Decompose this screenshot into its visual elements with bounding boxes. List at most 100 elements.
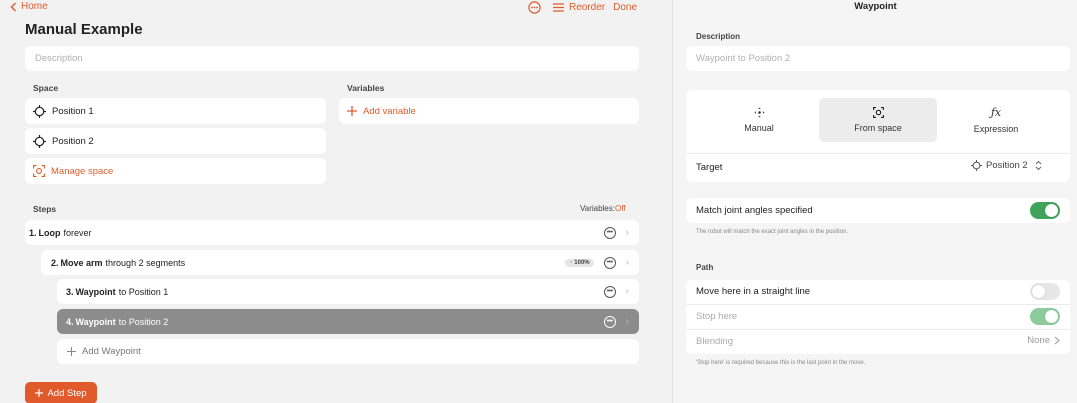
program-editor-pane: Home Reorder Done Manual Example Descrip… bbox=[0, 0, 672, 403]
straight-line-label: Move here in a straight line bbox=[696, 286, 811, 297]
step-number: 3. bbox=[66, 286, 74, 297]
toggle-knob bbox=[1032, 285, 1045, 298]
space-item-label: Position 1 bbox=[52, 105, 94, 117]
stop-here-toggle[interactable] bbox=[1030, 308, 1060, 325]
step-actions: ••• › bbox=[603, 309, 629, 334]
step-row-loop[interactable]: 1. Loop forever ••• › bbox=[25, 220, 639, 245]
speed-badge: ◔ 100% bbox=[565, 258, 594, 267]
path-hint: 'Stop here' is required because this is … bbox=[696, 360, 866, 366]
mode-label: Manual bbox=[744, 123, 774, 133]
reorder-button[interactable]: Reorder bbox=[553, 2, 605, 13]
divider bbox=[686, 153, 1070, 154]
add-variable-label: Add variable bbox=[363, 105, 416, 117]
path-section-label: Path bbox=[696, 263, 714, 272]
target-frame-icon bbox=[33, 165, 45, 177]
chevron-left-icon bbox=[10, 2, 17, 12]
plus-icon bbox=[35, 389, 44, 397]
variables-toggle-value: Off bbox=[614, 204, 626, 213]
mode-from-space-selected[interactable]: From space bbox=[819, 98, 937, 142]
variables-toggle-label: Variables: bbox=[580, 204, 615, 213]
speed-badge-value: 100% bbox=[574, 259, 590, 266]
chevron-right-icon[interactable]: › bbox=[626, 316, 629, 327]
chevron-right-icon[interactable]: › bbox=[626, 257, 629, 268]
chevron-right-icon bbox=[1054, 336, 1060, 345]
mode-expression[interactable]: ƒx Expression bbox=[937, 98, 1055, 142]
step-actions: ◔ 100% ••• › bbox=[565, 250, 629, 275]
move-icon bbox=[754, 107, 765, 118]
path-card: Move here in a straight line Stop here B… bbox=[686, 280, 1070, 354]
step-detail: forever bbox=[63, 227, 92, 238]
home-label: Home bbox=[21, 1, 48, 12]
crosshair-icon bbox=[971, 160, 982, 171]
blending-select[interactable]: None bbox=[1027, 335, 1060, 346]
step-name: Waypoint bbox=[75, 316, 116, 327]
crosshair-icon bbox=[33, 134, 46, 148]
match-joint-row: Match joint angles specified bbox=[686, 198, 1070, 223]
mode-manual[interactable]: Manual bbox=[700, 98, 818, 142]
toggle-knob bbox=[1045, 204, 1058, 217]
more-options-icon[interactable]: ••• bbox=[603, 256, 616, 269]
step-detail: to Position 2 bbox=[118, 316, 169, 327]
manage-space-button[interactable]: Manage space bbox=[25, 158, 326, 184]
divider bbox=[686, 329, 1070, 330]
step-detail: to Position 1 bbox=[118, 286, 169, 297]
step-detail: through 2 segments bbox=[105, 257, 186, 268]
more-options-icon[interactable]: ••• bbox=[603, 315, 616, 328]
plus-icon bbox=[67, 347, 76, 356]
list-icon bbox=[553, 3, 564, 12]
space-item-position-2[interactable]: Position 2 bbox=[25, 128, 326, 154]
chevron-right-icon[interactable]: › bbox=[626, 286, 629, 297]
more-options-icon[interactable]: ••• bbox=[603, 285, 616, 298]
updown-chevron-icon bbox=[1035, 160, 1042, 171]
target-select[interactable]: Position 2 bbox=[971, 160, 1042, 171]
add-waypoint-label: Add Waypoint bbox=[82, 346, 141, 357]
step-row-waypoint-1[interactable]: 3. Waypoint to Position 1 ••• › bbox=[57, 279, 639, 304]
home-back-button[interactable]: Home bbox=[10, 1, 48, 12]
step-row-waypoint-2-selected[interactable]: 4. Waypoint to Position 2 ••• › bbox=[57, 309, 639, 334]
done-button[interactable]: Done bbox=[613, 2, 637, 13]
step-name: Loop bbox=[38, 227, 61, 238]
toggle-knob bbox=[1045, 310, 1058, 323]
stop-here-label: Stop here bbox=[696, 311, 738, 322]
blending-value: None bbox=[1027, 335, 1050, 346]
plus-icon bbox=[347, 106, 357, 116]
variables-toggle[interactable]: Variables: Off bbox=[580, 204, 626, 213]
target-value: Position 2 bbox=[986, 160, 1028, 171]
space-item-position-1[interactable]: Position 1 bbox=[25, 98, 326, 124]
match-joint-hint: The robot will match the exact joint ang… bbox=[696, 229, 849, 235]
step-row-move-arm[interactable]: 2. Move arm through 2 segments ◔ 100% •••… bbox=[41, 250, 639, 275]
straight-line-toggle[interactable] bbox=[1030, 283, 1060, 300]
fx-icon: ƒx bbox=[990, 106, 1002, 119]
step-actions: ••• › bbox=[603, 220, 629, 245]
divider bbox=[686, 304, 1070, 305]
match-joint-toggle[interactable] bbox=[1030, 202, 1060, 219]
blending-label: Blending bbox=[696, 336, 733, 347]
more-options-icon[interactable]: ••• bbox=[603, 226, 616, 239]
description-input[interactable]: Description bbox=[25, 46, 639, 71]
reorder-label: Reorder bbox=[569, 2, 606, 13]
mode-label: Expression bbox=[973, 124, 1019, 134]
more-options-icon[interactable] bbox=[528, 1, 541, 14]
step-name: Waypoint bbox=[75, 286, 116, 297]
waypoint-description-input[interactable]: Waypoint to Position 2 bbox=[686, 46, 1070, 71]
space-item-label: Position 2 bbox=[52, 135, 94, 147]
waypoint-description-label: Description bbox=[696, 32, 741, 41]
add-step-label: Add Step bbox=[47, 387, 87, 399]
match-joint-label: Match joint angles specified bbox=[696, 205, 813, 216]
add-step-button[interactable]: Add Step bbox=[25, 382, 97, 403]
inspector-title: Waypoint bbox=[854, 1, 897, 12]
manage-space-label: Manage space bbox=[51, 165, 114, 177]
add-variable-button[interactable]: Add variable bbox=[339, 98, 639, 124]
program-title: Manual Example bbox=[25, 21, 143, 38]
crosshair-icon bbox=[33, 104, 46, 118]
steps-section-label: Steps bbox=[33, 204, 57, 214]
variables-section-label: Variables bbox=[347, 83, 385, 93]
target-label: Target bbox=[696, 162, 723, 173]
target-icon bbox=[872, 107, 884, 118]
step-actions: ••• › bbox=[603, 279, 629, 304]
space-section-label: Space bbox=[33, 83, 59, 93]
mode-label: From space bbox=[854, 123, 902, 133]
add-waypoint-button[interactable]: Add Waypoint bbox=[57, 339, 639, 364]
waypoint-inspector-pane: Waypoint Description Waypoint to Positio… bbox=[672, 0, 1077, 403]
chevron-right-icon[interactable]: › bbox=[626, 227, 629, 238]
